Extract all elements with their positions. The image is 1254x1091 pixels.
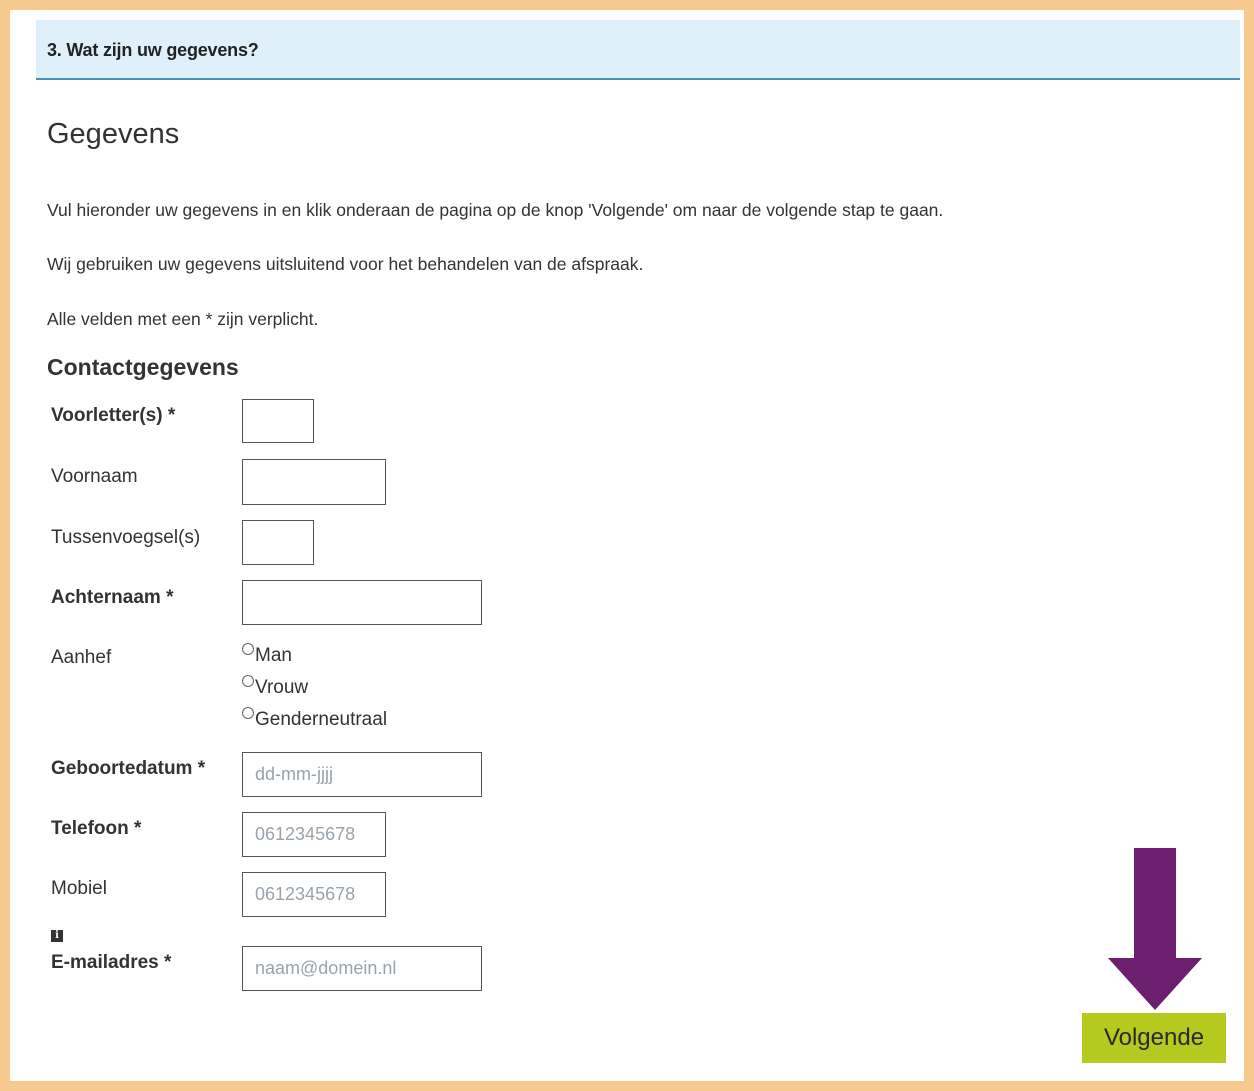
lastname-input[interactable] [242, 580, 482, 625]
phone-input[interactable] [242, 812, 386, 857]
salutation-label: Aanhef [51, 647, 112, 668]
initials-label: Voorletter(s) * [51, 405, 176, 426]
radio-label: Vrouw [255, 677, 309, 698]
birthdate-label: Geboortedatum * [51, 758, 206, 779]
intro-text-3: Alle velden met een * zijn verplicht. [47, 309, 319, 329]
mobile-label: Mobiel [51, 878, 107, 899]
email-input[interactable] [242, 946, 482, 991]
initials-input[interactable] [242, 399, 314, 443]
radio-button[interactable] [242, 707, 254, 719]
email-label: E-mailadres * [51, 952, 172, 973]
phone-label: Telefoon * [51, 818, 142, 839]
intro-text-2: Wij gebruiken uw gegevens uitsluitend vo… [47, 254, 644, 274]
page-title: Gegevens [47, 118, 180, 150]
birthdate-input[interactable] [242, 752, 482, 797]
radio-button[interactable] [242, 643, 254, 655]
step-header: 3. Wat zijn uw gegevens? [36, 20, 1240, 80]
info-icon[interactable]: i [51, 930, 63, 942]
radio-label: Genderneutraal [255, 709, 388, 730]
radio-option-man[interactable]: Man [242, 641, 292, 667]
intro-text-1: Vul hieronder uw gegevens in en klik ond… [47, 200, 944, 220]
firstname-label: Voornaam [51, 466, 138, 487]
radio-button[interactable] [242, 675, 254, 687]
firstname-input[interactable] [242, 459, 386, 505]
lastname-label: Achternaam * [51, 587, 174, 608]
arrow-down-icon [1108, 848, 1202, 1010]
infix-input[interactable] [242, 520, 314, 565]
mobile-input[interactable] [242, 872, 386, 917]
radio-option-vrouw[interactable]: Vrouw [242, 673, 308, 699]
radio-label: Man [255, 645, 292, 666]
next-button[interactable]: Volgende [1082, 1013, 1226, 1063]
radio-option-genderneutraal[interactable]: Genderneutraal [242, 705, 387, 731]
section-title: Contactgegevens [47, 354, 239, 380]
infix-label: Tussenvoegsel(s) [51, 527, 201, 548]
